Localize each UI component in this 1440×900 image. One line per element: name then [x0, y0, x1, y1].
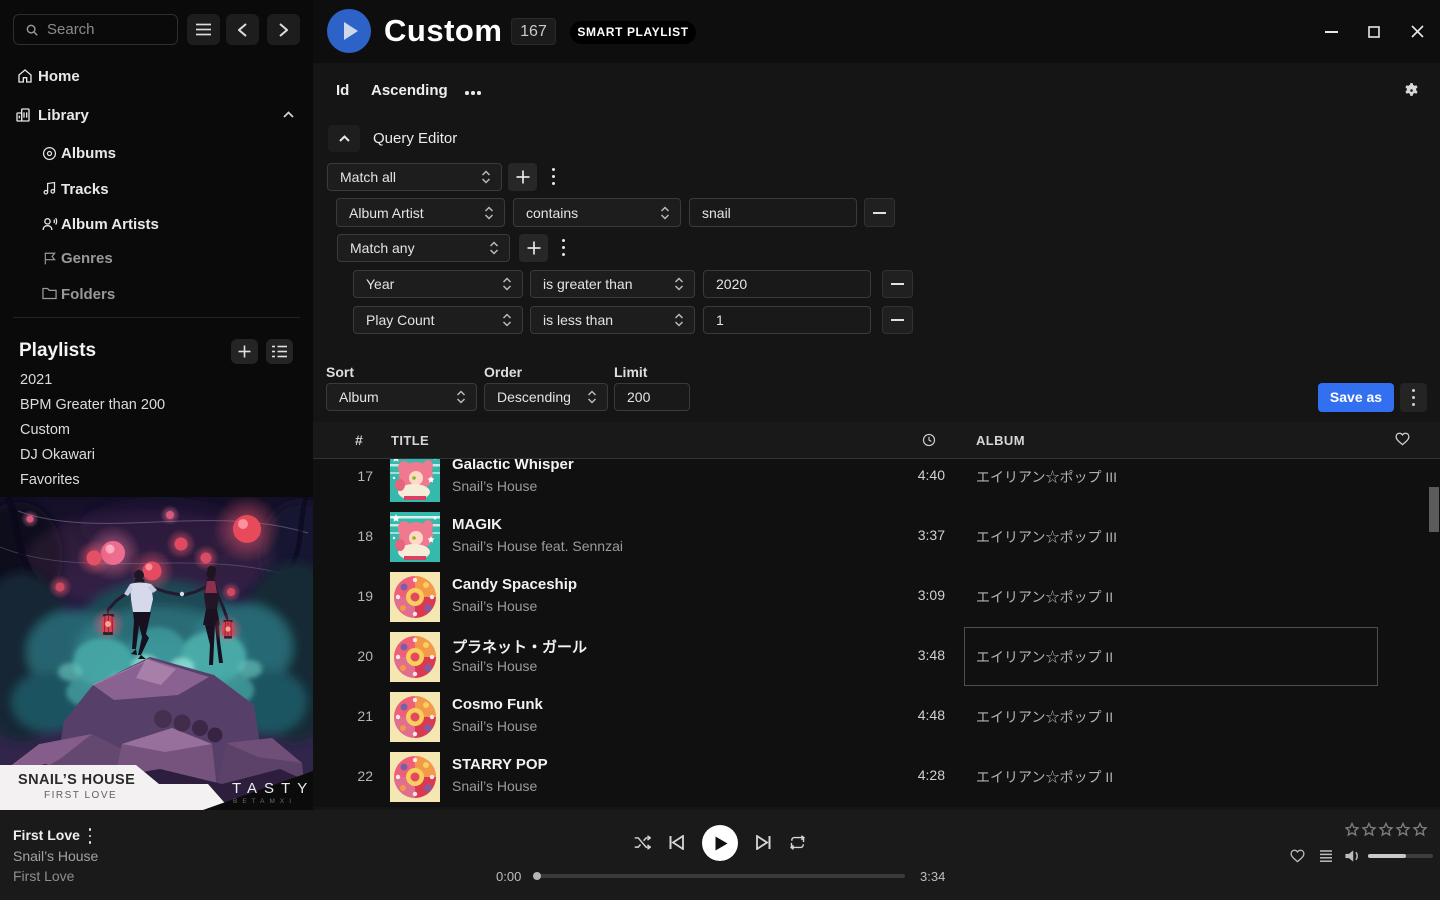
svg-text:SNAIL’S HOUSE: SNAIL’S HOUSE [18, 772, 135, 788]
svg-text:BETAMXI: BETAMXI [233, 798, 296, 805]
svg-text:TASTY: TASTY [232, 780, 313, 797]
svg-text:FIRST LOVE: FIRST LOVE [44, 790, 117, 801]
